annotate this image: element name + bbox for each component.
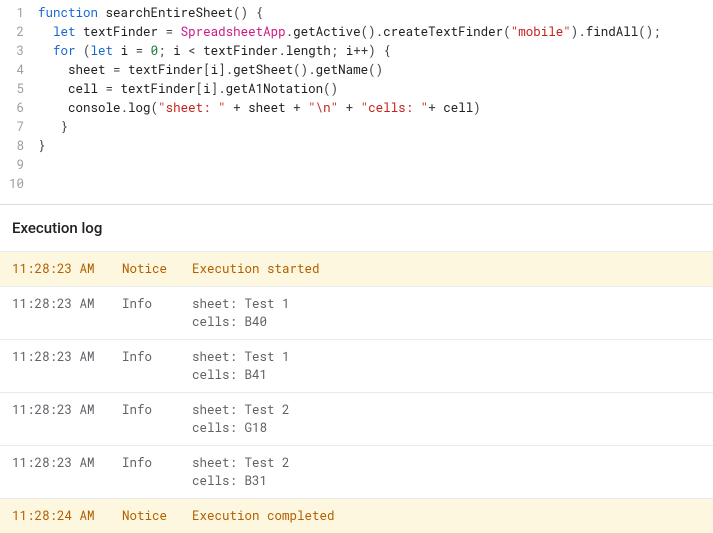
- line-number: 6: [0, 99, 24, 118]
- log-message: sheet: Test 1 cells: B41: [192, 348, 701, 384]
- line-number: 1: [0, 4, 24, 23]
- log-time: 11:28:23 AM: [12, 401, 122, 437]
- log-time: 11:28:23 AM: [12, 348, 122, 384]
- execution-log-title: Execution log: [0, 204, 713, 251]
- code-line[interactable]: }: [38, 137, 661, 156]
- log-level: Info: [122, 348, 192, 384]
- line-number: 10: [0, 175, 24, 194]
- log-row: 11:28:24 AMNoticeExecution completed: [0, 498, 713, 533]
- log-row: 11:28:23 AMInfosheet: Test 1 cells: B41: [0, 339, 713, 392]
- log-row: 11:28:23 AMInfosheet: Test 2 cells: B31: [0, 445, 713, 498]
- log-level: Notice: [122, 507, 192, 525]
- log-row: 11:28:23 AMNoticeExecution started: [0, 251, 713, 286]
- log-time: 11:28:23 AM: [12, 454, 122, 490]
- log-message: Execution completed: [192, 507, 701, 525]
- log-level: Info: [122, 454, 192, 490]
- log-level: Info: [122, 295, 192, 331]
- log-level: Info: [122, 401, 192, 437]
- log-time: 11:28:24 AM: [12, 507, 122, 525]
- line-number: 9: [0, 156, 24, 175]
- code-line[interactable]: }: [38, 118, 661, 137]
- line-number-gutter: 12345678910: [0, 4, 38, 194]
- log-row: 11:28:23 AMInfosheet: Test 2 cells: G18: [0, 392, 713, 445]
- code-line[interactable]: for (let i = 0; i < textFinder.length; i…: [38, 42, 661, 61]
- log-row: 11:28:23 AMInfosheet: Test 1 cells: B40: [0, 286, 713, 339]
- log-message: sheet: Test 2 cells: B31: [192, 454, 701, 490]
- execution-log: 11:28:23 AMNoticeExecution started11:28:…: [0, 251, 713, 533]
- log-message: sheet: Test 1 cells: B40: [192, 295, 701, 331]
- code-line[interactable]: console.log("sheet: " + sheet + "\n" + "…: [38, 99, 661, 118]
- code-editor[interactable]: 12345678910 function searchEntireSheet()…: [0, 0, 713, 204]
- line-number: 7: [0, 118, 24, 137]
- line-number: 2: [0, 23, 24, 42]
- log-message: sheet: Test 2 cells: G18: [192, 401, 701, 437]
- code-line[interactable]: cell = textFinder[i].getA1Notation(): [38, 80, 661, 99]
- code-line[interactable]: sheet = textFinder[i].getSheet().getName…: [38, 61, 661, 80]
- log-time: 11:28:23 AM: [12, 295, 122, 331]
- log-time: 11:28:23 AM: [12, 260, 122, 278]
- code-content[interactable]: function searchEntireSheet() { let textF…: [38, 4, 661, 194]
- log-level: Notice: [122, 260, 192, 278]
- line-number: 3: [0, 42, 24, 61]
- code-line[interactable]: let textFinder = SpreadsheetApp.getActiv…: [38, 23, 661, 42]
- line-number: 4: [0, 61, 24, 80]
- line-number: 5: [0, 80, 24, 99]
- log-message: Execution started: [192, 260, 701, 278]
- code-line[interactable]: function searchEntireSheet() {: [38, 4, 661, 23]
- line-number: 8: [0, 137, 24, 156]
